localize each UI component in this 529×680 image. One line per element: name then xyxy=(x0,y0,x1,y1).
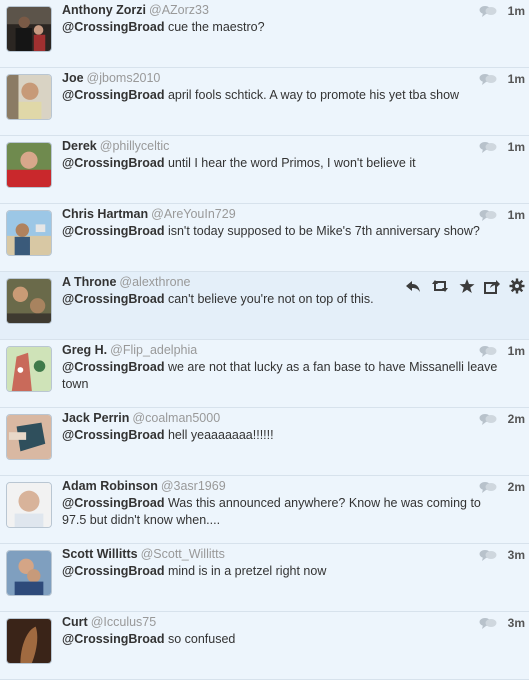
display-name[interactable]: Anthony Zorzi xyxy=(62,3,146,17)
display-name[interactable]: Derek xyxy=(62,139,97,153)
tweet-text: @CrossingBroad april fools schtick. A wa… xyxy=(62,87,507,104)
tweet-item[interactable]: Derek @phillyceltic @CrossingBroad until … xyxy=(0,136,529,204)
tweet-feed: Anthony Zorzi @AZorz33 @CrossingBroad cue… xyxy=(0,0,529,680)
conversation-bubble-icon[interactable] xyxy=(479,209,497,221)
gear-icon[interactable] xyxy=(509,278,525,294)
tweet-text: @CrossingBroad Was this announced anywhe… xyxy=(62,495,507,529)
tweet-body: isn't today supposed to be Mike's 7th an… xyxy=(164,224,480,238)
tweet-body: so confused xyxy=(164,632,236,646)
tweet-body: until I hear the word Primos, I won't be… xyxy=(164,156,416,170)
star-icon[interactable] xyxy=(459,278,475,294)
timestamp[interactable]: 2m xyxy=(505,412,525,426)
mention-link[interactable]: @CrossingBroad xyxy=(62,428,164,442)
mention-link[interactable]: @CrossingBroad xyxy=(62,20,164,34)
handle[interactable]: @Icculus75 xyxy=(91,615,157,629)
tweet-body: mind is in a pretzel right now xyxy=(164,564,327,578)
timestamp[interactable]: 1m xyxy=(505,208,525,222)
tweet-item[interactable]: Anthony Zorzi @AZorz33 @CrossingBroad cue… xyxy=(0,0,529,68)
tweet-actions xyxy=(405,278,525,294)
display-name[interactable]: Joe xyxy=(62,71,84,85)
handle[interactable]: @jboms2010 xyxy=(87,71,161,85)
tweet-text: @CrossingBroad isn't today supposed to b… xyxy=(62,223,507,240)
mention-link[interactable]: @CrossingBroad xyxy=(62,292,164,306)
display-name[interactable]: Curt xyxy=(62,615,88,629)
conversation-bubble-icon[interactable] xyxy=(479,141,497,153)
timestamp[interactable]: 1m xyxy=(505,72,525,86)
tweet-item[interactable]: A Throne @alexthrone @CrossingBroad can't… xyxy=(0,272,529,340)
tweet-text: @CrossingBroad so confused xyxy=(62,631,507,648)
mention-link[interactable]: @CrossingBroad xyxy=(62,496,164,510)
tweet-body: cue the maestro? xyxy=(164,20,265,34)
tweet-text: @CrossingBroad until I hear the word Pri… xyxy=(62,155,507,172)
avatar[interactable] xyxy=(6,6,52,52)
display-name[interactable]: Jack Perrin xyxy=(62,411,129,425)
avatar[interactable] xyxy=(6,142,52,188)
tweet-item[interactable]: Adam Robinson @3asr1969 @CrossingBroad Wa… xyxy=(0,476,529,544)
conversation-bubble-icon[interactable] xyxy=(479,617,497,629)
handle[interactable]: @3asr1969 xyxy=(161,479,226,493)
conversation-bubble-icon[interactable] xyxy=(479,413,497,425)
mention-link[interactable]: @CrossingBroad xyxy=(62,360,164,374)
avatar[interactable] xyxy=(6,346,52,392)
timestamp[interactable]: 3m xyxy=(505,548,525,562)
handle[interactable]: @Scott_Willitts xyxy=(141,547,225,561)
timestamp[interactable]: 1m xyxy=(505,344,525,358)
reply-icon[interactable] xyxy=(405,278,421,294)
display-name[interactable]: Scott Willitts xyxy=(62,547,138,561)
tweet-item[interactable]: Joe @jboms2010 @CrossingBroad april fools… xyxy=(0,68,529,136)
timestamp[interactable]: 2m xyxy=(505,480,525,494)
display-name[interactable]: Greg H. xyxy=(62,343,107,357)
display-name[interactable]: A Throne xyxy=(62,275,116,289)
tweet-item[interactable]: Chris Hartman @AreYouIn729 @CrossingBroad… xyxy=(0,204,529,272)
retweet-icon[interactable] xyxy=(430,278,450,294)
avatar[interactable] xyxy=(6,550,52,596)
handle[interactable]: @phillyceltic xyxy=(100,139,170,153)
handle[interactable]: @alexthrone xyxy=(119,275,190,289)
tweet-text: @CrossingBroad we are not that lucky as … xyxy=(62,359,507,393)
mention-link[interactable]: @CrossingBroad xyxy=(62,564,164,578)
conversation-bubble-icon[interactable] xyxy=(479,345,497,357)
tweet-text: @CrossingBroad mind is in a pretzel righ… xyxy=(62,563,507,580)
conversation-bubble-icon[interactable] xyxy=(479,73,497,85)
mention-link[interactable]: @CrossingBroad xyxy=(62,88,164,102)
display-name[interactable]: Adam Robinson xyxy=(62,479,158,493)
conversation-bubble-icon[interactable] xyxy=(479,549,497,561)
avatar[interactable] xyxy=(6,278,52,324)
timestamp[interactable]: 3m xyxy=(505,616,525,630)
handle[interactable]: @Flip_adelphia xyxy=(110,343,197,357)
timestamp[interactable]: 1m xyxy=(505,4,525,18)
avatar[interactable] xyxy=(6,618,52,664)
tweet-item[interactable]: Jack Perrin @coalman5000 @CrossingBroad h… xyxy=(0,408,529,476)
mention-link[interactable]: @CrossingBroad xyxy=(62,632,164,646)
tweet-item[interactable]: Greg H. @Flip_adelphia @CrossingBroad we … xyxy=(0,340,529,408)
conversation-bubble-icon[interactable] xyxy=(479,481,497,493)
handle[interactable]: @AreYouIn729 xyxy=(151,207,236,221)
avatar[interactable] xyxy=(6,210,52,256)
handle[interactable]: @AZorz33 xyxy=(149,3,209,17)
timestamp[interactable]: 1m xyxy=(505,140,525,154)
tweet-body: hell yeaaaaaaa!!!!!! xyxy=(164,428,274,442)
mention-link[interactable]: @CrossingBroad xyxy=(62,224,164,238)
tweet-body: can't believe you're not on top of this. xyxy=(164,292,374,306)
tweet-text: @CrossingBroad cue the maestro? xyxy=(62,19,507,36)
handle[interactable]: @coalman5000 xyxy=(132,411,220,425)
conversation-bubble-icon[interactable] xyxy=(479,5,497,17)
avatar[interactable] xyxy=(6,482,52,528)
tweet-text: @CrossingBroad hell yeaaaaaaa!!!!!! xyxy=(62,427,507,444)
tweet-item[interactable]: Curt @Icculus75 @CrossingBroad so confuse… xyxy=(0,612,529,680)
tweet-body: april fools schtick. A way to promote hi… xyxy=(164,88,460,102)
mention-link[interactable]: @CrossingBroad xyxy=(62,156,164,170)
display-name[interactable]: Chris Hartman xyxy=(62,207,148,221)
avatar[interactable] xyxy=(6,74,52,120)
tweet-item[interactable]: Scott Willitts @Scott_Willitts @CrossingB… xyxy=(0,544,529,612)
avatar[interactable] xyxy=(6,414,52,460)
share-icon[interactable] xyxy=(484,278,500,294)
